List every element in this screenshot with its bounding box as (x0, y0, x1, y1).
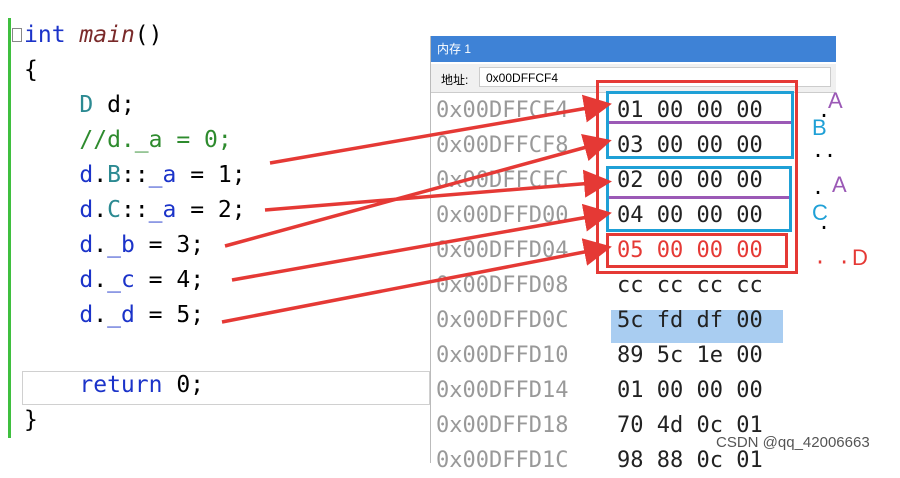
arrows-layer (221, 94, 612, 324)
arrow-c (231, 203, 612, 282)
arrow-d (221, 238, 612, 324)
arrow-b (224, 134, 612, 248)
watermark: CSDN @qq_42006663 (716, 434, 870, 451)
arrow-c-a (264, 169, 612, 212)
